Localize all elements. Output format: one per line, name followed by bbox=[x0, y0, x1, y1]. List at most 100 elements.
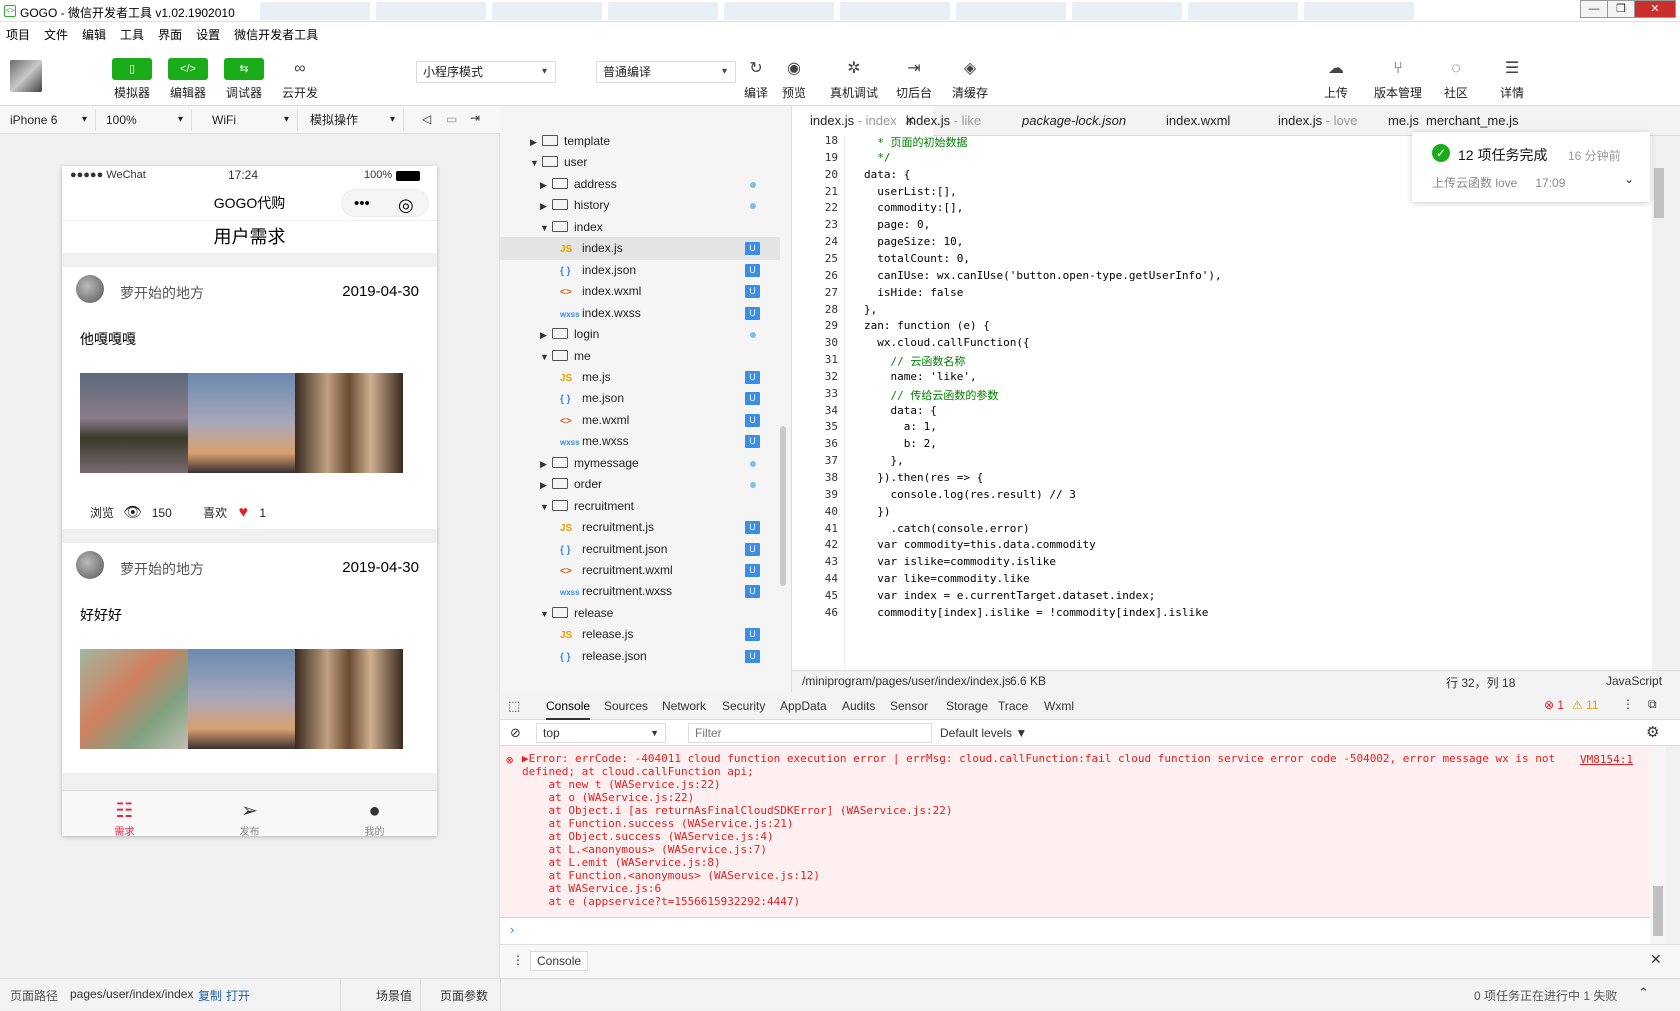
console-scrollbar[interactable] bbox=[1650, 746, 1666, 944]
remote-debug-button[interactable]: ✲ 真机调试 bbox=[828, 58, 880, 101]
warning-count[interactable]: ⚠ 11 bbox=[1572, 698, 1599, 712]
simulator-toggle-button[interactable]: ▯ 模拟器 bbox=[112, 58, 152, 101]
maximize-button[interactable]: ❐ bbox=[1607, 0, 1635, 18]
tree-folder[interactable]: ▼ me bbox=[500, 345, 780, 368]
tree-file[interactable]: JS recruitment.js U bbox=[500, 516, 780, 539]
menu-view[interactable]: 界面 bbox=[158, 26, 182, 43]
tree-folder[interactable]: ▼ recruitment bbox=[500, 495, 780, 518]
volume-icon[interactable]: ◁ bbox=[422, 112, 431, 126]
devtools-tab-appdata[interactable]: AppData bbox=[780, 692, 827, 720]
drawer-tab-console[interactable]: Console bbox=[530, 951, 589, 971]
context-select[interactable]: top ▼ bbox=[536, 723, 666, 743]
editor-toggle-button[interactable]: </> 编辑器 bbox=[168, 58, 208, 101]
tree-file[interactable]: <> me.wxml U bbox=[500, 409, 780, 432]
tree-folder[interactable]: ▶ address bbox=[500, 173, 780, 196]
editor-tab[interactable]: package-lock.json bbox=[1004, 106, 1144, 136]
cursor-position[interactable]: 行 32，列 18 bbox=[1446, 674, 1515, 691]
tree-scrollbar[interactable] bbox=[780, 426, 786, 586]
devtools-tab-storage[interactable]: Storage bbox=[946, 692, 988, 720]
user-avatar[interactable] bbox=[10, 60, 42, 92]
device-select[interactable]: iPhone 6 bbox=[0, 109, 96, 131]
menu-settings[interactable]: 设置 bbox=[196, 26, 220, 43]
tab-mine[interactable]: ● 我的 bbox=[312, 791, 437, 836]
version-control-button[interactable]: ⑂ 版本管理 bbox=[1370, 58, 1426, 101]
tree-folder[interactable]: ▶ history bbox=[500, 194, 780, 217]
tab-publish[interactable]: ➢ 发布 bbox=[187, 791, 312, 836]
code-editor[interactable]: 18 * 页面的初始数据 19 */ 20 data: {21 userList:[]… bbox=[792, 136, 1652, 670]
post-image[interactable] bbox=[80, 373, 188, 473]
tree-file[interactable]: { } me.json U bbox=[500, 387, 780, 410]
editor-tab[interactable]: index.wxml bbox=[1148, 106, 1248, 136]
mode-select[interactable]: 小程序模式 bbox=[416, 61, 556, 83]
devtools-tab-security[interactable]: Security bbox=[722, 692, 765, 720]
inspect-icon[interactable]: ⬚ bbox=[508, 698, 520, 714]
compile-button[interactable]: ↻ 编译 bbox=[740, 58, 772, 101]
tree-folder[interactable]: ▼ index bbox=[500, 216, 780, 239]
menu-wechat-devtools[interactable]: 微信开发者工具 bbox=[234, 26, 318, 43]
menu-edit[interactable]: 编辑 bbox=[82, 26, 106, 43]
post-card[interactable]: 萝开始的地方 2019-04-30 好好好 bbox=[62, 543, 437, 773]
operation-select[interactable]: 模拟操作 bbox=[300, 109, 404, 131]
open-path-link[interactable]: 打开 bbox=[226, 987, 250, 1004]
tree-file[interactable]: wxss index.wxss U bbox=[500, 302, 780, 325]
close-target-icon[interactable]: ◎ bbox=[398, 188, 414, 222]
error-count[interactable]: ⊗ 1 bbox=[1544, 698, 1564, 712]
detach-icon[interactable]: ⇥ bbox=[470, 111, 480, 125]
page-params-button[interactable]: 页面参数 bbox=[440, 987, 488, 1004]
task-notification[interactable]: ✓ 12 项任务完成 16 分钟前 上传云函数 love 17:09 ⌄ bbox=[1412, 132, 1650, 202]
task-status[interactable]: 0 项任务正在进行中 1 失败 bbox=[1474, 987, 1617, 1004]
tree-file[interactable]: { } recruitment.json U bbox=[500, 538, 780, 561]
console-filter-input[interactable] bbox=[688, 723, 932, 743]
tab-demand[interactable]: ☷ 需求 bbox=[62, 791, 187, 836]
post-image[interactable] bbox=[188, 649, 296, 749]
tree-folder[interactable]: ▶ mymessage bbox=[500, 452, 780, 475]
undock-icon[interactable]: ⧉ bbox=[1648, 697, 1657, 712]
tree-file[interactable]: <> recruitment.wxml U bbox=[500, 559, 780, 582]
capsule-menu[interactable]: ••• ◎ bbox=[341, 189, 429, 217]
post-card[interactable]: 萝开始的地方 2019-04-30 他嘎嘎嘎 浏览 👁 150 喜欢 ♥ 1 bbox=[62, 267, 437, 529]
tree-file[interactable]: JS release.js U bbox=[500, 623, 780, 646]
menu-tools[interactable]: 工具 bbox=[120, 26, 144, 43]
chevron-down-icon[interactable]: ⌄ bbox=[1624, 172, 1634, 186]
clear-cache-button[interactable]: ◈ 清缓存 bbox=[950, 58, 990, 101]
post-image[interactable] bbox=[80, 649, 188, 749]
tree-folder[interactable]: ▶ order bbox=[500, 473, 780, 496]
post-image[interactable] bbox=[188, 373, 296, 473]
devtools-tab-wxml[interactable]: Wxml bbox=[1044, 692, 1074, 720]
copy-path-link[interactable]: 复制 bbox=[198, 987, 222, 1004]
tree-file[interactable]: wxss me.wxss U bbox=[500, 430, 780, 453]
upload-button[interactable]: ☁ 上传 bbox=[1316, 58, 1356, 101]
compile-select[interactable]: 普通编译 bbox=[596, 61, 736, 83]
debugger-toggle-button[interactable]: ⇆ 调试器 bbox=[224, 58, 264, 101]
close-window-button[interactable]: ✕ bbox=[1634, 0, 1676, 18]
devtools-tab-trace[interactable]: Trace bbox=[998, 692, 1028, 720]
devtools-tab-audits[interactable]: Audits bbox=[842, 692, 875, 720]
drawer-menu-icon[interactable]: ⋮ bbox=[512, 953, 524, 967]
minimize-button[interactable]: — bbox=[1580, 0, 1608, 18]
scene-value-button[interactable]: 场景值 bbox=[376, 987, 412, 1004]
devtools-tab-sources[interactable]: Sources bbox=[604, 692, 648, 720]
screen-icon[interactable]: ▭ bbox=[446, 112, 457, 126]
gear-icon[interactable]: ⚙ bbox=[1646, 723, 1659, 741]
community-button[interactable]: ◌ 社区 bbox=[1436, 58, 1476, 101]
tree-folder[interactable]: ▶ template bbox=[500, 134, 780, 153]
tree-folder[interactable]: ▶ login bbox=[500, 323, 780, 346]
tree-file[interactable]: { } release.json U bbox=[500, 645, 780, 668]
devtools-tab-network[interactable]: Network bbox=[662, 692, 706, 720]
zoom-select[interactable]: 100% bbox=[96, 109, 192, 131]
heart-icon[interactable]: ♥ bbox=[238, 504, 248, 521]
post-image[interactable] bbox=[295, 373, 403, 473]
cloud-dev-button[interactable]: ∞ 云开发 bbox=[280, 58, 320, 101]
editor-tab[interactable]: index.js - love bbox=[1260, 106, 1376, 136]
editor-scrollbar[interactable] bbox=[1652, 136, 1666, 670]
tree-file[interactable]: <> index.wxml U bbox=[500, 280, 780, 303]
close-drawer-icon[interactable]: ✕ bbox=[1650, 951, 1662, 968]
console-prompt[interactable]: › bbox=[500, 918, 1650, 944]
tree-folder[interactable]: ▼ user bbox=[500, 151, 780, 174]
post-image[interactable] bbox=[295, 649, 403, 749]
editor-tab[interactable]: index.js - like bbox=[888, 106, 999, 136]
more-vert-icon[interactable]: ⋮ bbox=[1622, 697, 1634, 711]
more-dots-icon[interactable]: ••• bbox=[354, 187, 370, 221]
devtools-tab-sensor[interactable]: Sensor bbox=[890, 692, 928, 720]
language-mode[interactable]: JavaScript bbox=[1606, 674, 1662, 688]
